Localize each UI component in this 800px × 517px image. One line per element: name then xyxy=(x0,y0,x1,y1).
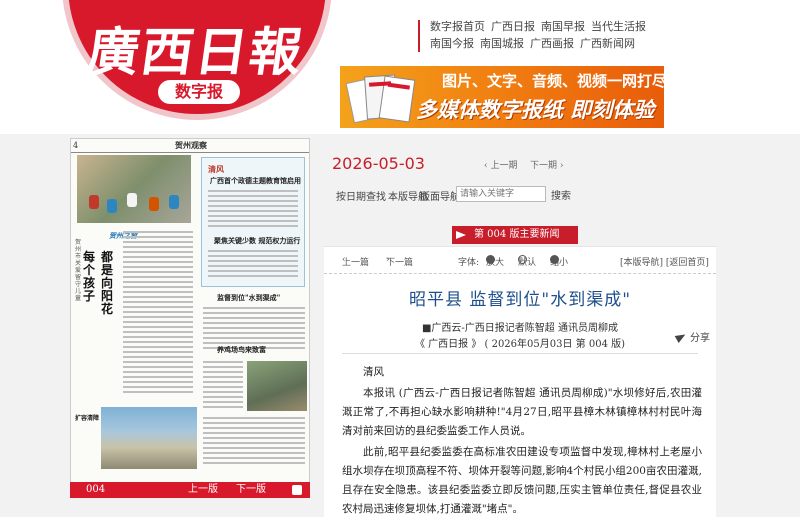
paper-subhead[interactable]: 养鸡场鸟来致富 xyxy=(217,345,266,355)
logo[interactable]: 廣西日報 数字报 xyxy=(0,0,340,124)
edition-tab[interactable]: 第 004 版主要新闻 xyxy=(452,226,578,244)
share-icon xyxy=(674,331,688,343)
logo-subtitle: 数字报 xyxy=(158,80,240,104)
arrow-right-icon xyxy=(456,231,466,239)
prev-article-label: 上一篇 xyxy=(342,258,370,268)
nav-link-nanguo-today[interactable]: 南国今报 xyxy=(430,37,474,50)
share-button[interactable]: 分享 xyxy=(674,329,710,344)
figure-shape xyxy=(169,195,179,209)
issue-date: 2026-05-03 xyxy=(332,154,425,173)
paper-photo-caption-lines xyxy=(203,361,243,411)
minus-circle-icon xyxy=(550,255,559,264)
by-date-link[interactable]: 按日期查找 xyxy=(336,188,386,203)
top-navigation: 数字报首页 广西日报 南国早报 当代生活报 南国今报 南国城报 广西画报 广西新闻网 xyxy=(418,18,678,52)
banner-line-1: 图片、文字、音频、视频一网打尽! xyxy=(442,72,664,90)
logo-title: 廣西日報 xyxy=(82,22,308,83)
article-nav-links[interactable]: [本版导航] [返回首页] xyxy=(620,255,709,268)
article-paragraph-1: 本报讯 (广西云-广西日报记者陈智超 通讯员周柳成)"水坝修好后,农田灌溉正常了… xyxy=(342,387,702,437)
nav-link-nanguo-morning[interactable]: 南国早报 xyxy=(541,20,585,33)
nav-link-guangxi-daily[interactable]: 广西日报 xyxy=(491,20,535,33)
paper-article-headline[interactable]: 监督到位"水到渠成" xyxy=(217,293,280,303)
next-issue-label: 下一期 xyxy=(530,161,558,171)
circle-icon xyxy=(518,255,527,264)
chevron-right-icon: › xyxy=(386,255,390,265)
poultry-photo[interactable] xyxy=(247,361,307,411)
article-source: 《 广西日报 》 ( 2026年05月03日 第 004 版) xyxy=(414,339,626,350)
nav-link-contemporary-life[interactable]: 当代生活报 xyxy=(591,20,646,33)
search-input[interactable] xyxy=(456,186,546,202)
paper-qingfeng-box[interactable]: 清风 广西首个政德主题教育馆启用 聚焦关键少数 规范权力运行 xyxy=(201,157,305,287)
paper-vertical-caption: 贺州市关爱留守儿童 xyxy=(75,239,82,302)
paper-big-title-part-2[interactable]: 都是向阳花 xyxy=(101,251,119,316)
paper-left-caption: 扩容清障 xyxy=(75,415,100,422)
figure-shape xyxy=(149,197,159,211)
nav-row-2: 南国今报 南国城报 广西画报 广西新闻网 xyxy=(418,35,678,52)
article-paragraph-2: 此前,昭平县纪委监委在高标准农田建设专项监督中发现,樟林村上老屋小组水坝存在坝顶… xyxy=(342,446,702,515)
nav-link-gxnews[interactable]: 广西新闻网 xyxy=(580,37,635,50)
next-issue-link[interactable]: 下一期 › xyxy=(530,158,563,171)
paper-box-headline: 广西首个政德主题教育馆启用 xyxy=(210,176,301,185)
paper-box-lines xyxy=(208,190,298,230)
plus-circle-icon xyxy=(486,255,495,264)
nav-accent-bar xyxy=(418,20,420,52)
layout-nav-link[interactable]: 版面导航 xyxy=(420,188,460,203)
paper-big-title-part-1[interactable]: 每个孩子 xyxy=(83,251,101,303)
article-toolbar: ‹ 上一篇 下一篇 › 字体: 放大 默认 缩小 [本版导航] [返回首页] xyxy=(324,255,716,274)
next-article-label: 下一篇 xyxy=(386,258,414,268)
chevron-right-icon: › xyxy=(557,161,564,171)
nav-link-digital-home[interactable]: 数字报首页 xyxy=(430,20,485,33)
nav-link-nanguo-city[interactable]: 南国城报 xyxy=(480,37,524,50)
edition-label: 第 004 版主要新闻 xyxy=(474,229,560,240)
paper-mid-headline: 聚焦关键少数 规范权力运行 xyxy=(214,236,301,245)
paper-section-title: 贺州观察 xyxy=(175,140,207,150)
article-divider xyxy=(342,353,698,354)
nav-link-guangxi-pictorial[interactable]: 广西画报 xyxy=(530,37,574,50)
prev-issue-label: 上一期 xyxy=(490,161,518,171)
search-button[interactable]: 搜索 xyxy=(551,187,571,202)
banner-line-2: 多媒体数字报纸 即刻体验 xyxy=(416,98,655,122)
figure-shape xyxy=(127,193,137,207)
nav-row-1: 数字报首页 广西日报 南国早报 当代生活报 xyxy=(418,18,678,35)
paper-text-lines xyxy=(123,231,193,396)
pdf-icon[interactable] xyxy=(292,485,302,495)
article-body: 清风 本报讯 (广西云-广西日报记者陈智超 通讯员周柳成)"水坝修好后,农田灌溉… xyxy=(342,363,702,517)
article-title: 昭平县 监督到位"水到渠成" xyxy=(408,290,632,310)
paper-page-number: 4 xyxy=(73,141,79,150)
paper-bottom-lines xyxy=(203,417,305,467)
paper-page-header: 4 贺州观察 xyxy=(71,139,309,153)
bridge-photo[interactable] xyxy=(101,407,197,469)
paper-page-nav: 004 上一版 下一版 xyxy=(70,482,310,498)
newspapers-icon xyxy=(346,74,416,124)
article-byline: ■广西云-广西日报记者陈智超 通讯员周柳成 xyxy=(421,323,618,334)
paper-nav-page-number: 004 xyxy=(86,484,106,495)
next-page-button[interactable]: 下一版 xyxy=(236,482,266,498)
prev-issue-link[interactable]: ‹ 上一期 xyxy=(484,158,517,171)
font-size-label: 字体: xyxy=(458,258,480,268)
article-kicker: 清风 xyxy=(363,366,384,378)
newspaper-page-thumbnail[interactable]: 4 贺州观察 贺州市关爱留守儿童 贺州之窗 每个孩子 都是向阳花 清风 广西首个… xyxy=(70,138,310,484)
promo-banner[interactable]: 图片、文字、音频、视频一网打尽! 多媒体数字报纸 即刻体验 xyxy=(340,66,664,128)
article-panel: ‹ 上一篇 下一篇 › 字体: 放大 默认 缩小 [本版导航] [返回首页] 昭… xyxy=(324,246,716,517)
right-gutter xyxy=(716,246,800,517)
paper-box-lines-2 xyxy=(208,250,298,280)
prev-page-button[interactable]: 上一版 xyxy=(188,482,218,498)
classroom-photo[interactable] xyxy=(77,155,191,223)
figure-shape xyxy=(107,199,117,213)
figure-shape xyxy=(89,195,99,209)
paper-box-label: 清风 xyxy=(208,164,224,174)
share-label: 分享 xyxy=(690,333,710,344)
